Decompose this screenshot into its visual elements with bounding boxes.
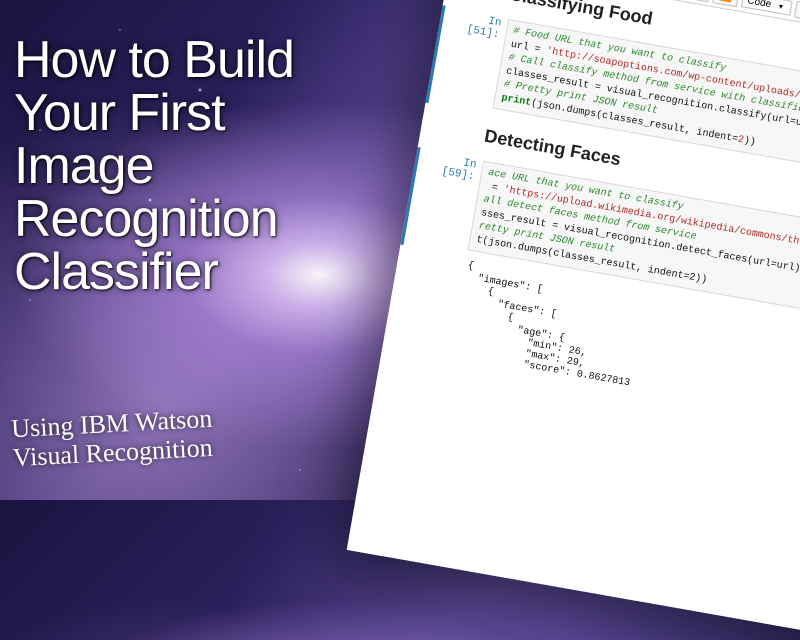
- title-line-5: Classifier: [14, 246, 294, 299]
- command-palette-icon[interactable]: ⌘: [794, 1, 800, 22]
- title-line-3: Image: [14, 140, 294, 193]
- fast-forward-icon[interactable]: ⏩: [712, 0, 740, 8]
- title-line-4: Recognition: [14, 193, 294, 246]
- title-line-2: Your First: [14, 87, 294, 140]
- overlay-title: How to Build Your First Image Recognitio…: [14, 34, 294, 299]
- jupyter-notebook: jupyter Watson Visual Recognition Last C…: [347, 0, 800, 640]
- overlay-subtitle: Using IBM Watson Visual Recognition: [11, 405, 215, 473]
- notebook-body: Classifying Food In [51]: # Food URL tha…: [380, 0, 800, 450]
- prompt-empty: [427, 112, 488, 152]
- restart-icon[interactable]: ↻: [687, 0, 711, 2]
- title-line-1: How to Build: [14, 34, 294, 87]
